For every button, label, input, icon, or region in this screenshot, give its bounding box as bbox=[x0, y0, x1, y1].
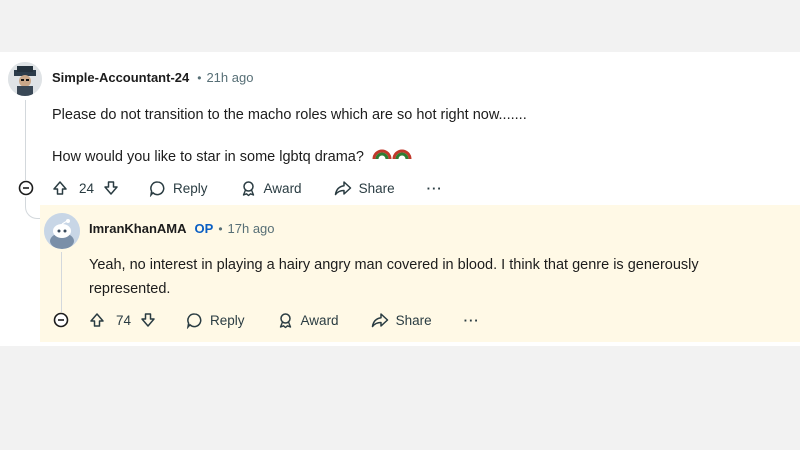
separator-dot: • bbox=[218, 221, 223, 236]
comment-text-line: represented. bbox=[89, 281, 171, 297]
comment-icon bbox=[186, 312, 202, 329]
comment-icon bbox=[149, 180, 165, 197]
separator-dot: • bbox=[197, 70, 202, 85]
upvote-button[interactable] bbox=[89, 312, 105, 328]
share-label: Share bbox=[358, 180, 395, 196]
comment-actions: 74 Reply Award Share ··· bbox=[89, 308, 480, 332]
award-label: Award bbox=[263, 180, 302, 196]
comment-text: How would you like to star in some lgbtq… bbox=[52, 148, 364, 165]
comment-paragraph: How would you like to star in some lgbtq… bbox=[52, 144, 412, 170]
comment-meta: Simple-Accountant-24 • 21h ago bbox=[52, 70, 253, 85]
share-button[interactable]: Share bbox=[371, 312, 432, 329]
more-icon: ··· bbox=[426, 180, 443, 196]
avatar[interactable] bbox=[44, 213, 80, 249]
award-label: Award bbox=[300, 312, 339, 328]
op-badge: OP bbox=[194, 221, 214, 236]
award-icon bbox=[242, 180, 254, 196]
upvote-button[interactable] bbox=[52, 180, 68, 196]
downvote-icon bbox=[141, 313, 155, 327]
share-icon bbox=[371, 312, 388, 327]
vote-count: 24 bbox=[79, 180, 95, 196]
more-icon: ··· bbox=[463, 312, 480, 328]
username[interactable]: Simple-Accountant-24 bbox=[52, 70, 189, 85]
reply-button[interactable]: Reply bbox=[186, 312, 245, 329]
timestamp[interactable]: 17h ago bbox=[228, 221, 275, 236]
reply-label: Reply bbox=[210, 312, 245, 328]
downvote-button[interactable] bbox=[140, 312, 156, 328]
comment-paragraph: Yeah, no interest in playing a hairy ang… bbox=[89, 253, 699, 301]
reply-thread-line[interactable] bbox=[61, 252, 62, 312]
upvote-icon bbox=[53, 181, 67, 195]
comment-meta: ImranKhanAMA OP • 17h ago bbox=[89, 221, 275, 236]
reply-label: Reply bbox=[173, 180, 208, 196]
upvote-icon bbox=[90, 313, 104, 327]
timestamp[interactable]: 21h ago bbox=[206, 70, 253, 85]
downvote-icon bbox=[104, 181, 118, 195]
award-icon bbox=[279, 312, 291, 328]
award-button[interactable]: Award bbox=[277, 312, 339, 329]
share-label: Share bbox=[395, 312, 432, 328]
vote-count: 74 bbox=[116, 312, 132, 328]
downvote-button[interactable] bbox=[103, 180, 119, 196]
comment-paragraph: Please do not transition to the macho ro… bbox=[52, 107, 527, 123]
share-button[interactable]: Share bbox=[334, 180, 395, 197]
rainbow-emoji-icon bbox=[372, 144, 412, 170]
more-options-button[interactable]: ··· bbox=[464, 313, 480, 328]
collapse-icon[interactable] bbox=[18, 180, 34, 196]
award-button[interactable]: Award bbox=[240, 180, 302, 197]
collapse-icon[interactable] bbox=[53, 312, 69, 328]
comment-actions: 24 Reply Award Share ··· bbox=[52, 176, 443, 200]
share-icon bbox=[334, 180, 351, 195]
thread-line[interactable] bbox=[25, 100, 26, 180]
username[interactable]: ImranKhanAMA bbox=[89, 221, 187, 236]
avatar[interactable] bbox=[8, 62, 42, 96]
comment-text-line: Yeah, no interest in playing a hairy ang… bbox=[89, 257, 699, 273]
more-options-button[interactable]: ··· bbox=[427, 181, 443, 196]
reply-button[interactable]: Reply bbox=[149, 180, 208, 197]
